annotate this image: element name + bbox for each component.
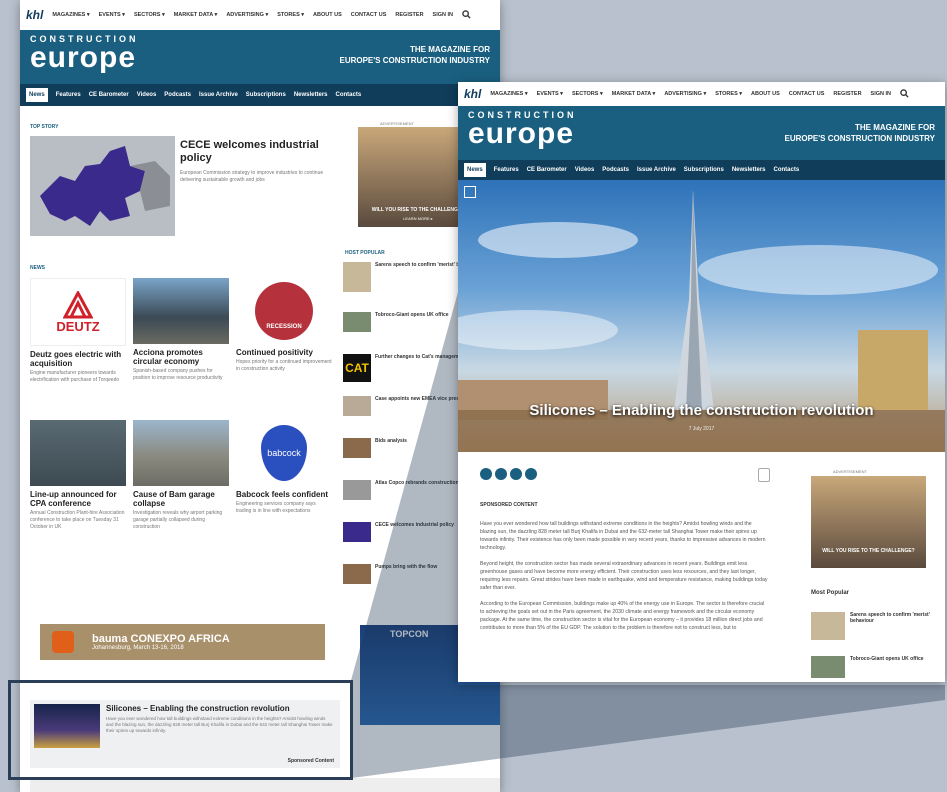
menu-register[interactable]: REGISTER: [833, 91, 861, 97]
nav-features[interactable]: Features: [494, 167, 519, 173]
most-popular-heading: Most Popular: [811, 590, 850, 596]
menu-stores[interactable]: STORES ▾: [715, 91, 742, 97]
popular-item[interactable]: Sarens speech to confirm 'merist' behavi…: [811, 612, 936, 640]
article-paragraph: Beyond height, the construction sector h…: [480, 561, 768, 591]
email-icon[interactable]: [525, 468, 537, 480]
khl-logo[interactable]: khl: [464, 87, 481, 101]
tagline-line-1: THE MAGAZINE FOR: [855, 123, 935, 132]
menu-market-data[interactable]: MARKET DATA ▾: [612, 91, 656, 97]
nav-contacts[interactable]: Contacts: [774, 167, 800, 173]
hero-image: Silicones – Enabling the construction re…: [458, 180, 945, 452]
top-menu-bar: khl MAGAZINES ▾ EVENTS ▾ SECTORS ▾ MARKE…: [458, 82, 945, 106]
hero-date: 7 July 2017: [688, 426, 715, 432]
popular-thumb: [811, 612, 845, 640]
share-bar: [480, 468, 537, 480]
nav-subscriptions[interactable]: Subscriptions: [684, 167, 724, 173]
nav-podcasts[interactable]: Podcasts: [602, 167, 629, 173]
sponsored-content-label: SPONSORED CONTENT: [480, 502, 538, 508]
nav-issue-archive[interactable]: Issue Archive: [637, 167, 676, 173]
facebook-icon[interactable]: [480, 468, 492, 480]
linkedin-icon[interactable]: [510, 468, 522, 480]
article-body: Have you ever wondered how tall building…: [480, 520, 768, 640]
tagline: THE MAGAZINE FOR EUROPE'S CONSTRUCTION I…: [784, 122, 935, 144]
menu-magazines[interactable]: MAGAZINES ▾: [490, 91, 527, 97]
hero-title: Silicones – Enabling the construction re…: [529, 402, 874, 419]
highlight-frame: [8, 680, 353, 780]
article-paragraph: According to the European Commission, bu…: [480, 601, 765, 631]
popular-thumb: [811, 656, 845, 678]
ad-headline: WILL YOU RISE TO THE CHALLENGE?: [822, 548, 915, 554]
cat-ad-banner[interactable]: WILL YOU RISE TO THE CHALLENGE?: [811, 476, 926, 568]
menu-sign-in[interactable]: SIGN IN: [871, 91, 891, 97]
expand-icon[interactable]: [464, 186, 476, 198]
nav-news[interactable]: News: [464, 163, 486, 177]
twitter-icon[interactable]: [495, 468, 507, 480]
site-banner: CONSTRUCTION europe THE MAGAZINE FOR EUR…: [458, 106, 945, 160]
menu-sectors[interactable]: SECTORS ▾: [572, 91, 603, 97]
search-icon[interactable]: [900, 88, 909, 100]
tagline-line-2: EUROPE'S CONSTRUCTION INDUSTRY: [784, 134, 935, 143]
article-screenshot: khl MAGAZINES ▾ EVENTS ▾ SECTORS ▾ MARKE…: [458, 82, 945, 682]
popular-item[interactable]: Tobroco-Giant opens UK office: [811, 656, 936, 678]
nav-videos[interactable]: Videos: [575, 167, 595, 173]
menu-advertising[interactable]: ADVERTISING ▾: [664, 91, 706, 97]
popular-title: Sarens speech to confirm 'merist' behavi…: [850, 612, 930, 624]
main-nav: News Features CE Barometer Videos Podcas…: [458, 160, 945, 180]
article-paragraph: Have you ever wondered how tall building…: [480, 521, 766, 551]
nav-ce-barometer[interactable]: CE Barometer: [527, 167, 567, 173]
popular-title: Tobroco-Giant opens UK office: [850, 656, 924, 662]
nav-newsletters[interactable]: Newsletters: [732, 167, 766, 173]
ad-label: ADVERTISEMENT: [833, 469, 867, 474]
menu-contact[interactable]: CONTACT US: [789, 91, 825, 97]
menu-about[interactable]: ABOUT US: [751, 91, 780, 97]
print-icon[interactable]: [758, 468, 770, 482]
menu-events[interactable]: EVENTS ▾: [537, 91, 563, 97]
